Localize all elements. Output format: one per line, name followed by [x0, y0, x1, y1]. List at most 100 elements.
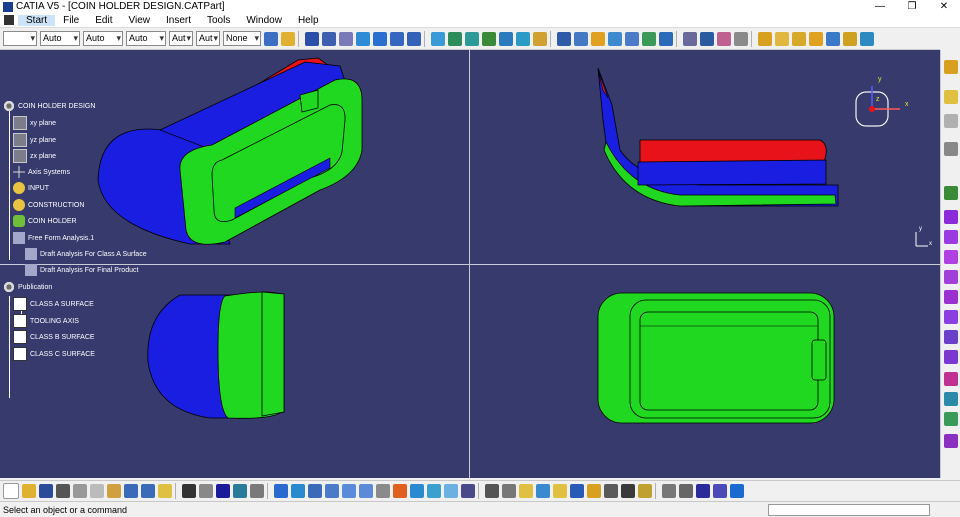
close-surface-icon[interactable] [843, 31, 857, 46]
tree-item-xy-plane[interactable]: xy plane [13, 116, 56, 130]
menu-edit[interactable]: Edit [87, 15, 120, 26]
mirror-icon[interactable] [944, 412, 958, 426]
zoom-out-icon[interactable] [359, 484, 373, 498]
shell-icon[interactable] [944, 372, 958, 386]
projection-icon[interactable] [356, 31, 370, 46]
menu-file[interactable]: File [55, 15, 87, 26]
tree-item-zx-plane[interactable]: zx plane [13, 149, 56, 163]
tree-item-tooling-axis[interactable]: TOOLING AXIS [13, 314, 79, 328]
grid-icon[interactable] [700, 31, 714, 46]
color-combo[interactable] [3, 31, 37, 46]
surface-icon[interactable] [944, 186, 958, 200]
zoom-in-icon[interactable] [342, 484, 356, 498]
axis-to-axis-icon[interactable] [713, 484, 727, 498]
select-icon[interactable] [944, 60, 958, 74]
sweep-icon[interactable] [465, 31, 479, 46]
fit-all-icon[interactable] [291, 484, 305, 498]
rotate-icon[interactable] [325, 484, 339, 498]
update-icon[interactable] [587, 484, 601, 498]
trim-icon[interactable] [591, 31, 605, 46]
chamfer-icon[interactable] [944, 330, 958, 344]
line-thickness-combo[interactable]: Auto [83, 31, 123, 46]
blend-icon[interactable] [516, 31, 530, 46]
hole-icon[interactable] [944, 290, 958, 304]
shading-icon[interactable] [427, 484, 441, 498]
hide-show-icon[interactable] [444, 484, 458, 498]
paste-icon[interactable] [107, 484, 121, 498]
tree-item-axis-systems[interactable]: Axis Systems [13, 166, 70, 178]
line-type-combo[interactable]: Auto [126, 31, 166, 46]
parameters-icon[interactable] [553, 484, 567, 498]
swap-visible-space-icon[interactable] [461, 484, 475, 498]
pan-icon[interactable] [944, 90, 958, 104]
fill-icon[interactable] [482, 31, 496, 46]
tree-item-coin-holder[interactable]: COIN HOLDER [13, 215, 77, 227]
boolean-icon[interactable] [621, 484, 635, 498]
extract-icon[interactable] [625, 31, 639, 46]
analysis-icon[interactable] [683, 31, 697, 46]
formula-icon[interactable] [182, 484, 196, 498]
boundary-icon[interactable] [608, 31, 622, 46]
spline-icon[interactable] [407, 31, 421, 46]
rib-icon[interactable] [944, 250, 958, 264]
undo-icon[interactable] [124, 484, 138, 498]
painter-icon[interactable] [264, 31, 278, 46]
tree-item-yz-plane[interactable]: yz plane [13, 133, 56, 147]
multi-view-icon[interactable] [393, 484, 407, 498]
measure-icon[interactable] [944, 142, 958, 156]
shaft-feature-icon[interactable] [944, 230, 958, 244]
normal-view-icon[interactable] [376, 484, 390, 498]
measure-inertia-icon[interactable] [679, 484, 693, 498]
dress-up-icon[interactable] [604, 484, 618, 498]
menu-window[interactable]: Window [238, 15, 290, 26]
pocket-icon[interactable] [775, 31, 789, 46]
save-icon[interactable] [39, 484, 53, 498]
loft-icon[interactable] [499, 31, 513, 46]
extrude-icon[interactable] [431, 31, 445, 46]
circle-icon[interactable] [390, 31, 404, 46]
comment-icon[interactable] [199, 484, 213, 498]
menu-view[interactable]: View [120, 15, 158, 26]
format-painter-icon[interactable] [281, 31, 295, 46]
tree-item-draft-analysis-final[interactable]: Draft Analysis For Final Product [25, 264, 138, 276]
fillet-icon[interactable] [642, 31, 656, 46]
translate-icon[interactable] [659, 31, 673, 46]
curve-analysis-icon[interactable] [570, 484, 584, 498]
sketch-tracker-icon[interactable] [519, 484, 533, 498]
layer-combo[interactable]: None [223, 31, 261, 46]
shaft-icon[interactable] [792, 31, 806, 46]
tree-root[interactable]: COIN HOLDER DESIGN [3, 100, 95, 112]
intersection-icon[interactable] [373, 31, 387, 46]
knowledge-icon[interactable] [250, 484, 264, 498]
sketcher-icon[interactable] [944, 114, 958, 128]
menu-help[interactable]: Help [290, 15, 327, 26]
copy-icon[interactable] [90, 484, 104, 498]
hierarchy-icon[interactable] [536, 484, 550, 498]
tree-item-input[interactable]: INPUT [13, 182, 49, 194]
menu-start[interactable]: Start [18, 14, 56, 26]
scale-icon[interactable] [696, 484, 710, 498]
tree-item-free-form-analysis[interactable]: Free Form Analysis.1 [13, 232, 94, 244]
pattern-icon[interactable] [944, 434, 958, 448]
compass-widget[interactable]: y x z [853, 76, 923, 140]
pan-view-icon[interactable] [308, 484, 322, 498]
tree-item-draft-analysis-class-a[interactable]: Draft Analysis For Class A Surface [25, 248, 147, 260]
iso-view-icon[interactable] [410, 484, 424, 498]
thick-surface-icon[interactable] [826, 31, 840, 46]
sketch-icon[interactable] [809, 31, 823, 46]
tree-item-class-c-surface[interactable]: CLASS C SURFACE [13, 347, 95, 361]
draft-icon[interactable] [944, 350, 958, 364]
restore-button[interactable]: ❐ [896, 0, 928, 13]
offset-icon[interactable] [533, 31, 547, 46]
menu-tools[interactable]: Tools [199, 15, 238, 26]
plane-icon[interactable] [339, 31, 353, 46]
print-icon[interactable] [56, 484, 70, 498]
tree-item-class-b-surface[interactable]: CLASS B SURFACE [13, 330, 95, 344]
transparency-combo[interactable]: Auto [40, 31, 80, 46]
sew-surface-icon[interactable] [860, 31, 874, 46]
cut-icon[interactable] [73, 484, 87, 498]
menu-insert[interactable]: Insert [158, 15, 199, 26]
close-button[interactable]: ✕ [928, 0, 960, 13]
fly-mode-icon[interactable] [274, 484, 288, 498]
groove-icon[interactable] [944, 310, 958, 324]
